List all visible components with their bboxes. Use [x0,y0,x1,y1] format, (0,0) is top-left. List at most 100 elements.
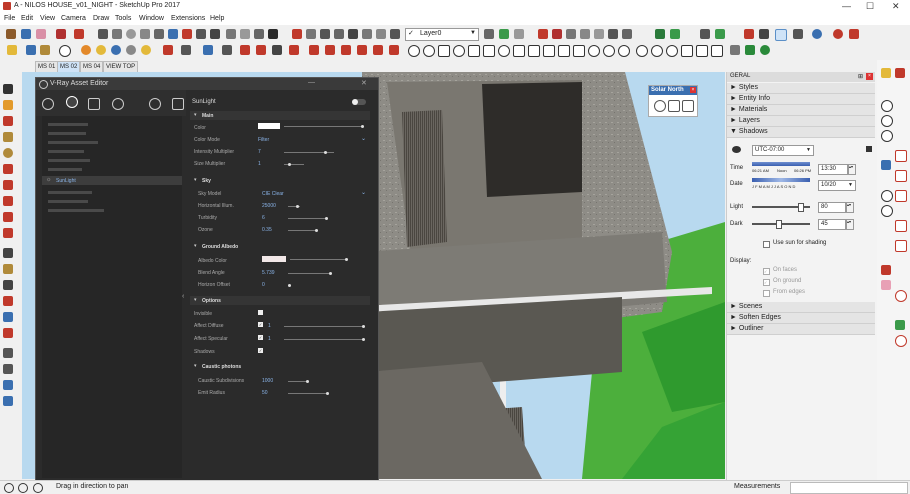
section-icon[interactable] [681,45,693,57]
tag-icon[interactable] [81,45,91,55]
shadows-checkbox[interactable]: ✓ [258,348,263,353]
door-icon[interactable] [341,45,351,55]
vray-frame-buffer-icon[interactable] [775,29,787,41]
menu-extensions[interactable]: Extensions [171,15,205,22]
affect-diffuse-checkbox[interactable]: ✓ [258,322,263,327]
move-icon[interactable] [182,29,192,39]
section-options-header[interactable]: ▾ Options [190,296,370,305]
teapot-icon[interactable] [149,98,161,110]
sunlight-list-item[interactable]: ☼ SunLight [42,176,182,185]
blend-angle-knob[interactable] [329,272,332,275]
settings-category-icon[interactable] [112,98,124,110]
window-icon[interactable] [325,45,335,55]
shape-bulge-icon[interactable] [438,45,450,57]
section-cut-icon[interactable] [711,45,723,57]
right-ring-5-icon[interactable] [881,205,893,217]
caustic-subdivisions-slider[interactable] [288,381,308,382]
green-cube-icon[interactable] [745,45,755,55]
vray-options-icon[interactable] [793,29,803,39]
ozone-slider[interactable] [288,230,316,231]
geometry-category-icon[interactable] [88,98,100,110]
tray-styles[interactable]: ► Styles [727,83,875,94]
helix-icon[interactable] [498,45,510,57]
affect-diffuse-value[interactable]: 1 [268,323,271,329]
text-icon[interactable] [268,29,278,39]
size-slider-knob[interactable] [288,163,291,166]
albedo-color-swatch[interactable] [262,256,286,262]
timezone-select[interactable]: UTC-07:00 ▼ [752,145,814,156]
select-arrow-icon[interactable] [3,84,13,94]
zoom-extents-icon[interactable] [348,29,358,39]
date-slider[interactable] [752,178,810,182]
eye-3-icon[interactable] [666,45,678,57]
ozone-value[interactable]: 0.35 [262,227,272,233]
section-main-header[interactable]: ▾ Main [190,111,370,120]
paint-bucket-icon[interactable] [56,29,66,39]
textured-icon[interactable] [622,29,632,39]
right-ring-3-icon[interactable] [881,130,893,142]
make-component-icon[interactable] [3,100,13,110]
light-input[interactable]: 80 [818,202,846,213]
left-arc-icon[interactable] [3,180,13,190]
materials-category-icon[interactable] [42,98,54,110]
circle-icon[interactable] [126,29,136,39]
affect-specular-knob[interactable] [362,338,365,341]
horizontal-illum-value[interactable]: 25000 [262,203,276,209]
right-green-tool-icon[interactable] [895,320,905,330]
wall-icon[interactable] [357,45,367,55]
section-caustic-header[interactable]: ▾ Caustic photons [190,362,370,371]
credits-icon[interactable] [18,483,28,493]
render-icon[interactable] [700,29,710,39]
on-ground-checkbox[interactable]: ✓ [763,279,770,286]
outline-circle-icon[interactable] [408,45,420,57]
blurred-light-item[interactable] [48,209,104,212]
arc-icon[interactable] [140,29,150,39]
color-swatch[interactable] [258,123,280,129]
blob-icon[interactable] [603,45,615,57]
left-rotate-icon[interactable] [3,212,13,222]
right-curve-2-icon[interactable] [895,170,907,182]
grid-icon[interactable] [849,29,859,39]
warehouse-icon[interactable] [390,29,400,39]
dimension-icon[interactable] [254,29,264,39]
albedo-color-knob[interactable] [345,258,348,261]
collapse-arrow-icon[interactable]: ‹ [182,293,184,300]
blurred-light-item[interactable] [48,123,88,126]
blurred-light-item[interactable] [48,191,92,194]
right-ring-4-icon[interactable] [881,190,893,202]
left-circle-icon[interactable] [3,148,13,158]
select-tool-icon[interactable] [6,29,16,39]
north-set-icon[interactable] [668,100,680,112]
horizontal-illum-knob[interactable] [296,205,299,208]
left-section-2-icon[interactable] [3,396,13,406]
menu-help[interactable]: Help [210,15,224,22]
array-icon[interactable] [222,45,232,55]
tray-outliner[interactable]: ► Outliner [727,324,875,335]
menu-view[interactable]: View [40,15,55,22]
skin-icon[interactable] [573,45,585,57]
vray-icon[interactable] [744,29,754,39]
shape-ring-icon[interactable] [453,45,465,57]
left-pencil-icon[interactable] [3,116,13,126]
north-enter-icon[interactable] [682,100,694,112]
tray-scenes[interactable]: ► Scenes [727,302,875,313]
dark-spinner-icon[interactable]: ▴▾ [846,219,854,230]
tray-materials[interactable]: ► Materials [727,105,875,116]
menu-file[interactable]: File [4,15,15,22]
render-interactive-icon[interactable] [715,29,725,39]
blurred-light-item[interactable] [48,132,86,135]
redo-icon[interactable] [256,45,266,55]
menu-camera[interactable]: Camera [61,15,86,22]
lights-category-icon[interactable] [66,96,78,108]
blend-angle-value[interactable]: 5.739 [262,270,275,276]
tray-shadows[interactable]: ▼ Shadows [727,127,875,138]
on-faces-checkbox[interactable]: ✓ [763,268,770,275]
time-spinner-icon[interactable]: ▴▾ [848,164,856,175]
push-pull-icon[interactable] [168,29,178,39]
turbidity-value[interactable]: 6 [262,215,265,221]
offset-icon[interactable] [226,29,236,39]
vray-minimize-button[interactable]: — [308,79,315,86]
tray-soften-edges[interactable]: ► Soften Edges [727,313,875,324]
palette-icon[interactable] [96,45,106,55]
circle-select-icon[interactable] [59,45,71,57]
